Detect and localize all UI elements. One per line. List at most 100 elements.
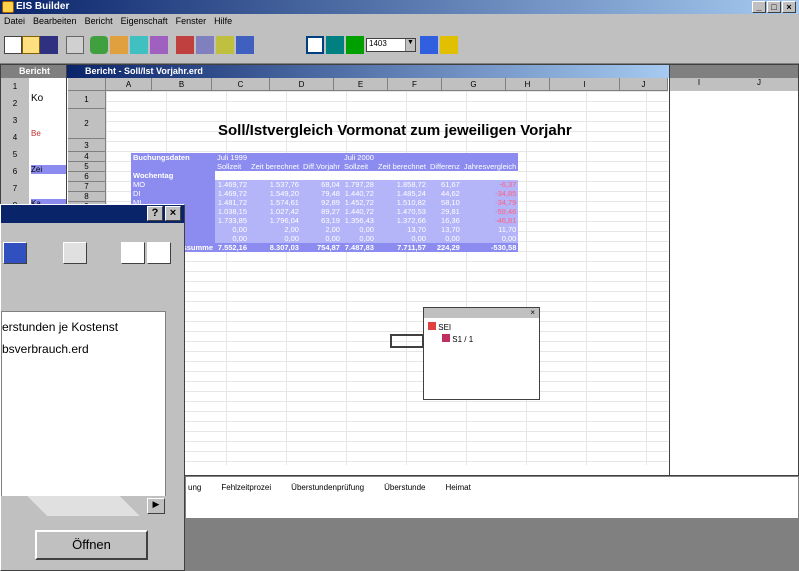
menu-fenster[interactable]: Fenster bbox=[176, 14, 207, 28]
details-view-icon[interactable] bbox=[147, 242, 171, 264]
weekday-label: Wochentag bbox=[131, 171, 215, 180]
row-header[interactable]: 3 bbox=[68, 139, 106, 152]
list-item[interactable]: erstunden je Kostenst bbox=[2, 316, 165, 338]
filter-icon[interactable] bbox=[216, 36, 234, 54]
list-view-icon[interactable] bbox=[121, 242, 145, 264]
col-sub: Zeit berechnet bbox=[249, 162, 301, 171]
col-sub: Jahresvergleich bbox=[461, 162, 519, 171]
col-header[interactable]: F bbox=[388, 78, 442, 91]
sort-icon[interactable] bbox=[236, 36, 254, 54]
table-row[interactable]: 0,00 0,00 0,00 0,00 0,00 0,00 0,00 bbox=[131, 234, 519, 243]
tree-window: × SEI S1 / 1 bbox=[423, 307, 540, 400]
tree-item[interactable]: S1 / 1 bbox=[442, 334, 473, 344]
toolbar: 1403 ▼ bbox=[0, 28, 799, 64]
report-view-icon[interactable] bbox=[326, 36, 344, 54]
right-col-headers: I J bbox=[669, 78, 798, 91]
zoom-value: 1403 bbox=[369, 39, 387, 48]
wizard-icon[interactable] bbox=[440, 36, 458, 54]
minimize-button[interactable]: _ bbox=[752, 1, 766, 13]
chart-view-icon[interactable] bbox=[346, 36, 364, 54]
tree-root[interactable]: SEI bbox=[428, 322, 451, 332]
col-header[interactable]: I bbox=[550, 78, 620, 91]
sum-row[interactable]: ssumme 7.552,16 8.307,03 754,87 7.487,83 7.7… bbox=[131, 243, 519, 252]
sheet-grid[interactable] bbox=[106, 91, 668, 465]
close-icon[interactable]: × bbox=[424, 308, 539, 318]
table-row[interactable]: 0,00 2,00 2,00 0,00 13,70 13,70 11,70 bbox=[131, 225, 519, 234]
menu-bearbeiten[interactable]: Bearbeiten bbox=[33, 14, 77, 28]
left-window-titlebar[interactable]: Bericht bbox=[1, 65, 69, 78]
row-header[interactable]: 2 bbox=[68, 109, 106, 139]
table-row[interactable]: DI 1.469,72 1.549,20 79,48 1.440,72 1.485,24… bbox=[131, 189, 519, 198]
row-header[interactable]: 4 bbox=[68, 152, 106, 162]
col-header[interactable]: E bbox=[334, 78, 388, 91]
selected-cell[interactable] bbox=[390, 334, 424, 348]
open-folder-icon[interactable] bbox=[22, 36, 40, 54]
zoom-combobox[interactable]: 1403 ▼ bbox=[366, 38, 416, 52]
col-sub: Zeit berechnet bbox=[375, 162, 428, 171]
save-icon[interactable] bbox=[40, 36, 58, 54]
period1: Juli 1999 bbox=[215, 153, 250, 162]
row-header[interactable]: 7 bbox=[68, 182, 106, 192]
close-button[interactable]: × bbox=[782, 1, 796, 13]
new-folder-icon[interactable] bbox=[63, 242, 87, 264]
chart-icon[interactable] bbox=[176, 36, 194, 54]
row-header[interactable]: 5 bbox=[68, 162, 106, 172]
new-file-icon[interactable] bbox=[4, 36, 22, 54]
paste-icon[interactable] bbox=[130, 36, 148, 54]
copy-icon[interactable] bbox=[110, 36, 128, 54]
table-icon[interactable] bbox=[196, 36, 214, 54]
col-header[interactable]: A bbox=[106, 78, 152, 91]
dialog-close-button[interactable]: × bbox=[165, 206, 181, 221]
col-header[interactable]: G bbox=[442, 78, 506, 91]
col-header[interactable]: H bbox=[506, 78, 550, 91]
print-icon[interactable] bbox=[66, 36, 84, 54]
scroll-right-icon[interactable]: ▶ bbox=[147, 498, 165, 514]
col-header[interactable]: D bbox=[270, 78, 334, 91]
report-title: Soll/Istvergleich Vormonat zum jeweilige… bbox=[218, 122, 572, 139]
row-header[interactable]: 6 bbox=[68, 172, 106, 182]
help-button[interactable]: ? bbox=[147, 206, 163, 221]
right-window-titlebar[interactable] bbox=[669, 65, 798, 78]
report-window-titlebar[interactable]: Bericht - Soll/Ist Vorjahr.erd bbox=[67, 65, 669, 78]
format-icon[interactable] bbox=[150, 36, 168, 54]
menu-hilfe[interactable]: Hilfe bbox=[214, 14, 232, 28]
left-cell[interactable]: Zei bbox=[31, 165, 69, 174]
menu-datei[interactable]: Datei bbox=[4, 14, 25, 28]
app-titlebar: EIS Builder _ □ × bbox=[0, 0, 799, 14]
bottom-document: ung Fehlzeitprozei Überstundenprüfung Üb… bbox=[185, 476, 799, 519]
folder-icon bbox=[428, 322, 436, 330]
col-sub: Sollzeit bbox=[341, 162, 376, 171]
left-cell[interactable]: Ko bbox=[31, 93, 43, 104]
col-header[interactable]: C bbox=[212, 78, 270, 91]
horizontal-scrollbar[interactable] bbox=[1, 496, 166, 516]
app-title: EIS Builder bbox=[16, 1, 70, 12]
table-row[interactable]: 1.038,15 1.027,42 89,27 1.440,72 1.470,53 29,… bbox=[131, 207, 519, 216]
col-sub: Differenz bbox=[427, 162, 462, 171]
dialog-titlebar[interactable]: ? × bbox=[1, 205, 184, 223]
right-window: I J bbox=[668, 64, 799, 476]
maximize-button[interactable]: □ bbox=[767, 1, 781, 13]
col-header[interactable]: B bbox=[152, 78, 212, 91]
menu-eigenschaft[interactable]: Eigenschaft bbox=[121, 14, 168, 28]
row-header[interactable]: 8 bbox=[68, 192, 106, 202]
help-icon[interactable] bbox=[420, 36, 438, 54]
row-header[interactable]: 1 bbox=[68, 91, 106, 109]
table-row[interactable]: MO 1.469,72 1.537,76 68,04 1.797,28 1.858,72… bbox=[131, 180, 519, 189]
chevron-down-icon[interactable]: ▼ bbox=[405, 39, 415, 51]
menu-bericht[interactable]: Bericht bbox=[85, 14, 113, 28]
cut-icon[interactable] bbox=[90, 36, 108, 54]
file-list[interactable]: erstunden je Kostenst bsverbrauch.erd bbox=[1, 311, 166, 498]
bottom-labels: ung Fehlzeitprozei Überstundenprüfung Üb… bbox=[188, 483, 471, 492]
left-cell[interactable]: Be bbox=[31, 129, 41, 138]
col-header[interactable]: J bbox=[620, 78, 668, 91]
table-row[interactable]: MI 1.481,72 1.574,61 92,89 1.452,72 1.510,82… bbox=[131, 198, 519, 207]
properties-icon[interactable] bbox=[3, 242, 27, 264]
menubar: Datei Bearbeiten Bericht Eigenschaft Fen… bbox=[0, 14, 799, 28]
sheet-icon bbox=[442, 334, 450, 342]
list-item[interactable]: bsverbrauch.erd bbox=[2, 338, 165, 360]
grid-view-icon[interactable] bbox=[306, 36, 324, 54]
open-dialog: ? × erstunden je Kostenst bsverbrauch.er… bbox=[0, 204, 185, 571]
table-row[interactable]: 1.733,85 1.796,04 63,19 1.356,43 1.372,66 16,… bbox=[131, 216, 519, 225]
app-icon bbox=[2, 1, 14, 13]
open-button[interactable]: Öffnen bbox=[35, 530, 148, 560]
